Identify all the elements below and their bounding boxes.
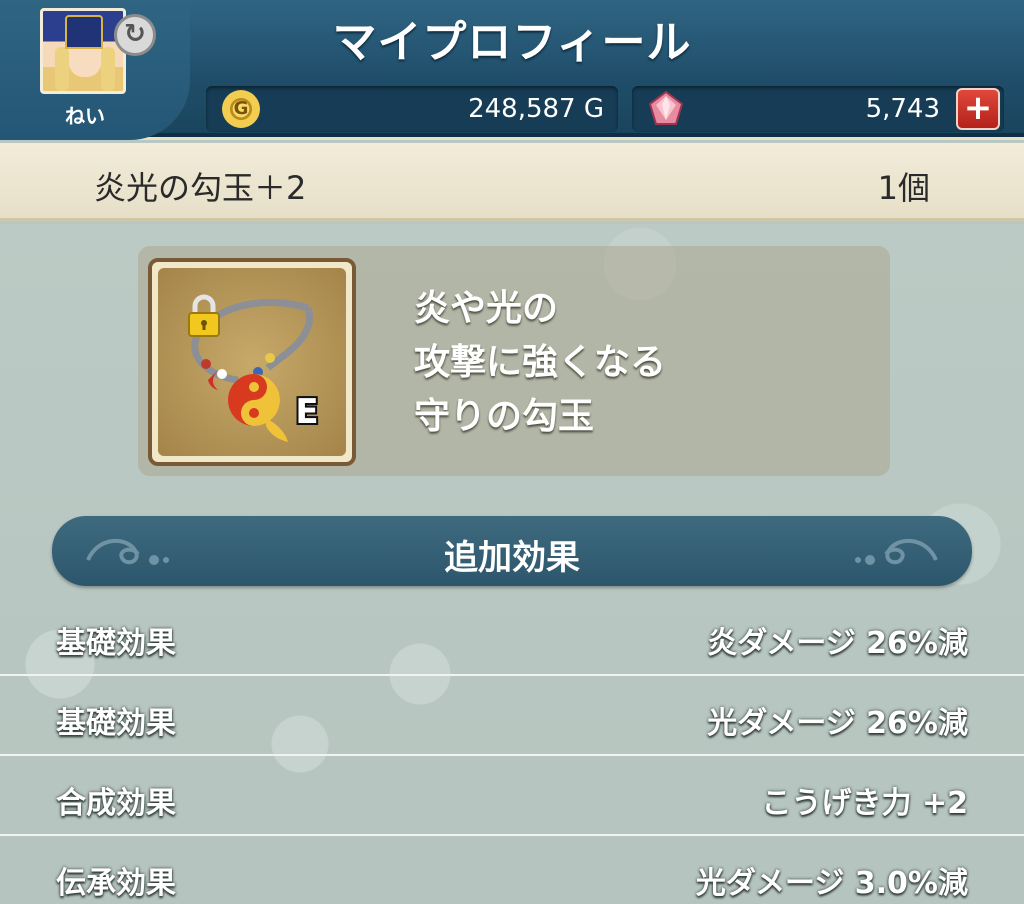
effects-list: 基礎効果 炎ダメージ 26%減 基礎効果 光ダメージ 26%減 合成効果 こうげ…	[0, 596, 1024, 904]
effect-value: 光ダメージ 26%減	[707, 706, 968, 741]
list-item: 基礎効果 光ダメージ 26%減	[0, 676, 1024, 756]
description-line: 攻撃に強くなる	[414, 342, 667, 383]
effect-label: 基礎効果	[56, 706, 176, 741]
page-title: マイプロフィール	[332, 17, 692, 68]
effect-value: 光ダメージ 3.0%減	[695, 866, 968, 901]
effect-value: 炎ダメージ 26%減	[707, 626, 968, 661]
section-title: 追加効果	[444, 538, 580, 578]
effect-label: 合成効果	[56, 786, 176, 821]
gem-icon	[648, 90, 684, 125]
gem-display: 5,743 +	[632, 86, 1004, 132]
gold-display: G 248,587 G	[206, 86, 618, 132]
list-item: 基礎効果 炎ダメージ 26%減	[0, 596, 1024, 676]
gold-value: 248,587 G	[468, 94, 604, 124]
item-description: 炎や光の 攻撃に強くなる 守りの勾玉	[414, 282, 874, 444]
gold-coin-icon: G	[222, 90, 260, 128]
player-name: ねい	[65, 104, 105, 128]
list-item: 伝承効果 光ダメージ 3.0%減	[0, 836, 1024, 904]
item-name-bar: 炎光の勾玉＋2 1個	[0, 143, 1024, 221]
avatar-panel: ↻ ねい	[0, 0, 190, 140]
item-name: 炎光の勾玉＋2	[94, 169, 307, 207]
list-item: 合成効果 こうげき力 +2	[0, 756, 1024, 836]
description-line: 守りの勾玉	[414, 396, 595, 437]
flourish-ornament-icon	[855, 538, 938, 565]
avatar-icon[interactable]	[40, 8, 126, 94]
gem-value: 5,743	[865, 94, 940, 124]
lock-icon	[188, 294, 220, 337]
effect-label: 基礎効果	[56, 626, 176, 661]
effect-value: こうげき力 +2	[761, 786, 968, 821]
swap-icon[interactable]: ↻	[114, 14, 156, 56]
effect-label: 伝承効果	[56, 866, 176, 901]
section-header-additional-effects: 追加効果	[52, 516, 972, 586]
buy-gems-button[interactable]: +	[956, 88, 1000, 130]
item-count: 1個	[877, 169, 930, 207]
description-line: 炎や光の	[414, 288, 559, 329]
equipped-badge: E	[295, 392, 319, 432]
